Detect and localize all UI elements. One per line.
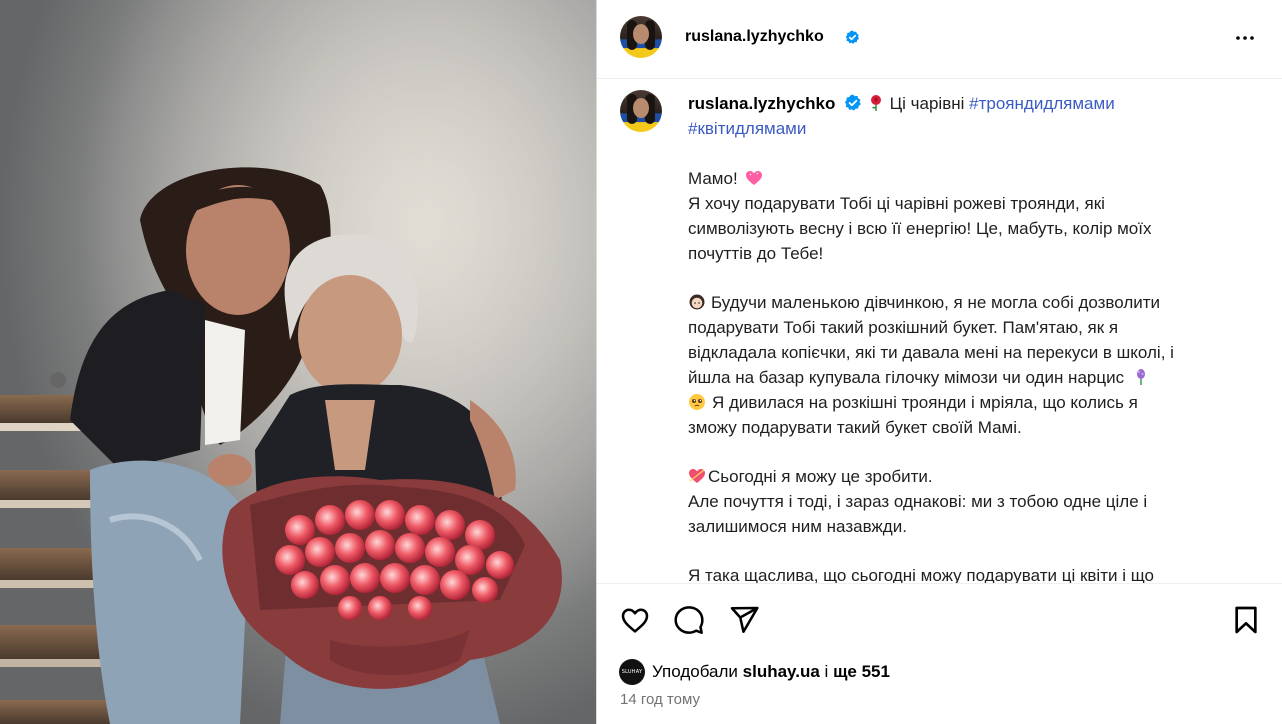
- post-photo-illustration: [0, 0, 596, 724]
- author-avatar[interactable]: [620, 16, 662, 58]
- caption-line: йшла на базар купувала гілочку мімози чи…: [688, 365, 1150, 390]
- comment-icon[interactable]: [673, 604, 705, 636]
- rose-icon: [870, 95, 881, 111]
- share-send-icon[interactable]: [728, 604, 760, 636]
- likes-count-link[interactable]: ще 551: [833, 662, 890, 682]
- post-timestamp[interactable]: 14 год тому: [620, 691, 700, 708]
- caption-line: Я така щаслива, що сьогодні можу подарув…: [688, 566, 1154, 583]
- hashtag-flowers-for-moms[interactable]: #квітидлямами: [688, 119, 806, 138]
- likes-prefix: Уподобали: [652, 662, 738, 681]
- like-heart-icon[interactable]: [619, 604, 651, 636]
- caption-hashtag-line: #квітидлямами: [688, 116, 806, 141]
- caption-line: відкладала копієчки, які ти давала мені …: [688, 343, 1174, 362]
- caption-area[interactable]: ruslana.lyzhychko Ці чарівні #трояндидля…: [597, 80, 1282, 583]
- more-horizontal-icon[interactable]: [1233, 26, 1257, 50]
- caption-line: Будучи маленькою дівчинкою, я не могла с…: [688, 290, 1160, 315]
- post-actions: SLUHAY Уподобали sluhay.ua і ще 551 14 г…: [597, 583, 1282, 724]
- caption-line: подарувати Тобі такий розкішний букет. П…: [688, 318, 1119, 337]
- caption-author-avatar[interactable]: [620, 90, 662, 132]
- caption-username[interactable]: ruslana.lyzhychko: [688, 94, 835, 113]
- girl-emoji-icon: [689, 294, 705, 310]
- caption-line: Але почуття і тоді, і зараз однакові: ми…: [688, 492, 1148, 511]
- verified-badge-icon: [845, 30, 859, 44]
- caption-line: Сьогодні я можу це зробити.: [688, 464, 933, 489]
- sparkling-heart-icon: [746, 171, 763, 185]
- caption-first-line: ruslana.lyzhychko Ці чарівні #трояндидля…: [688, 91, 1115, 116]
- caption-line: залишимося ним назавжди.: [688, 517, 907, 536]
- likes-middle: і: [824, 662, 829, 681]
- post-sidebar: ruslana.lyzhychko ruslana.lyzhychko Ці ч…: [596, 0, 1282, 724]
- author-username[interactable]: ruslana.lyzhychko: [685, 28, 824, 46]
- caption-line: зможу подарувати такий букет своїй Мамі.: [688, 418, 1022, 437]
- heart-with-arrow-icon: [689, 469, 705, 483]
- post-photo[interactable]: [0, 0, 596, 724]
- save-bookmark-icon[interactable]: [1230, 604, 1262, 636]
- verified-badge-icon: [845, 94, 861, 111]
- caption-line: символізують весну і всю її енергію! Це,…: [688, 219, 1152, 238]
- caption-line: Я дивилася на розкішні троянди і мріяла,…: [688, 390, 1138, 415]
- pleading-face-icon: [689, 394, 705, 410]
- likes-summary: SLUHAY Уподобали sluhay.ua і ще 551: [619, 658, 890, 686]
- wall-knob: [50, 372, 66, 388]
- caption-line: почуттів до Тебе!: [688, 244, 824, 263]
- caption-line: Мамо!: [688, 166, 763, 191]
- post-header: ruslana.lyzhychko: [597, 0, 1282, 79]
- caption-line: Я хочу подарувати Тобі ці чарівні рожеві…: [688, 194, 1105, 213]
- caption-intro: Ці чарівні: [889, 94, 965, 113]
- likes-user-link[interactable]: sluhay.ua: [743, 662, 820, 682]
- hashtag-roses-for-moms[interactable]: #трояндидлямами: [969, 94, 1115, 113]
- hyacinth-icon: [1136, 369, 1145, 385]
- liker-avatar[interactable]: SLUHAY: [619, 659, 645, 685]
